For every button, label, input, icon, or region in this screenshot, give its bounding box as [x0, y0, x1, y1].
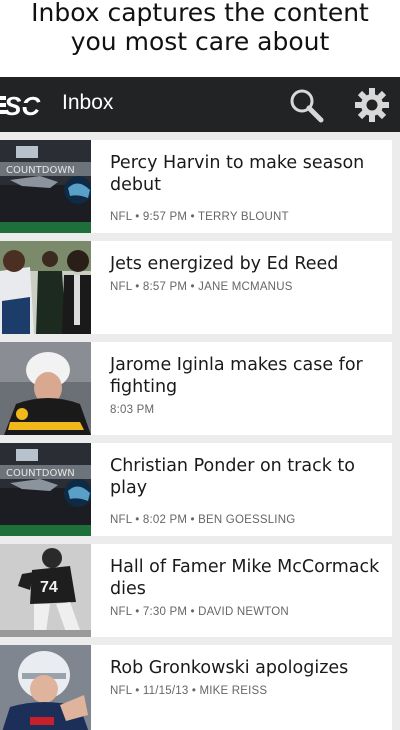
page-title: Inbox — [62, 91, 114, 114]
svg-text:74: 74 — [40, 579, 58, 596]
list-item[interactable]: COUNTDOWN Percy Harvin to make season de… — [0, 140, 392, 233]
promo-line-2: you most care about — [70, 27, 330, 56]
story-thumbnail: 74 — [0, 544, 91, 637]
story-headline: Hall of Famer Mike McCormack dies — [110, 557, 380, 599]
list-item[interactable]: Jets energized by Ed Reed NFL • 8:57 PM … — [0, 241, 392, 334]
thumbnail-caption: COUNTDOWN — [6, 468, 75, 479]
list-item[interactable]: COUNTDOWN Christian Ponder on track to p… — [0, 443, 392, 536]
story-meta: NFL • 9:57 PM • TERRY BLOUNT — [110, 211, 289, 223]
story-meta: 8:03 PM — [110, 404, 155, 416]
app-bar: SC Inbox — [0, 77, 400, 132]
story-headline: Jarome Iginla makes case for fighting — [110, 355, 363, 397]
story-meta: NFL • 11/15/13 • MIKE REISS — [110, 685, 268, 697]
story-meta: NFL • 8:57 PM • JANE MCMANUS — [110, 281, 293, 293]
story-headline: Christian Ponder on track to play — [110, 456, 355, 498]
story-headline: Jets energized by Ed Reed — [110, 254, 339, 274]
story-thumbnail: COUNTDOWN — [0, 140, 91, 233]
story-headline: Percy Harvin to make season debut — [110, 153, 365, 195]
story-thumbnail — [0, 645, 91, 730]
list-item[interactable]: Rob Gronkowski apologizes NFL • 11/15/13… — [0, 645, 392, 730]
inbox-feed[interactable]: COUNTDOWN Percy Harvin to make season de… — [0, 132, 400, 730]
thumbnail-caption: COUNTDOWN — [6, 165, 75, 176]
promo-line-1: Inbox captures the content — [31, 0, 369, 27]
story-thumbnail: COUNTDOWN — [0, 443, 91, 536]
story-meta: NFL • 7:30 PM • DAVID NEWTON — [110, 606, 289, 618]
story-thumbnail — [0, 241, 91, 334]
story-meta: NFL • 8:02 PM • BEN GOESSLING — [110, 514, 296, 526]
story-headline: Rob Gronkowski apologizes — [110, 658, 349, 678]
promo-banner: Inbox captures the content you most care… — [0, 0, 400, 76]
gear-icon[interactable] — [353, 86, 391, 124]
list-item[interactable]: 74 Hall of Famer Mike McCormack dies NFL… — [0, 544, 392, 637]
espn-logo: SC — [0, 91, 41, 120]
search-icon[interactable] — [288, 87, 324, 123]
list-item[interactable]: Jarome Iginla makes case for fighting 8:… — [0, 342, 392, 435]
story-thumbnail — [0, 342, 91, 435]
